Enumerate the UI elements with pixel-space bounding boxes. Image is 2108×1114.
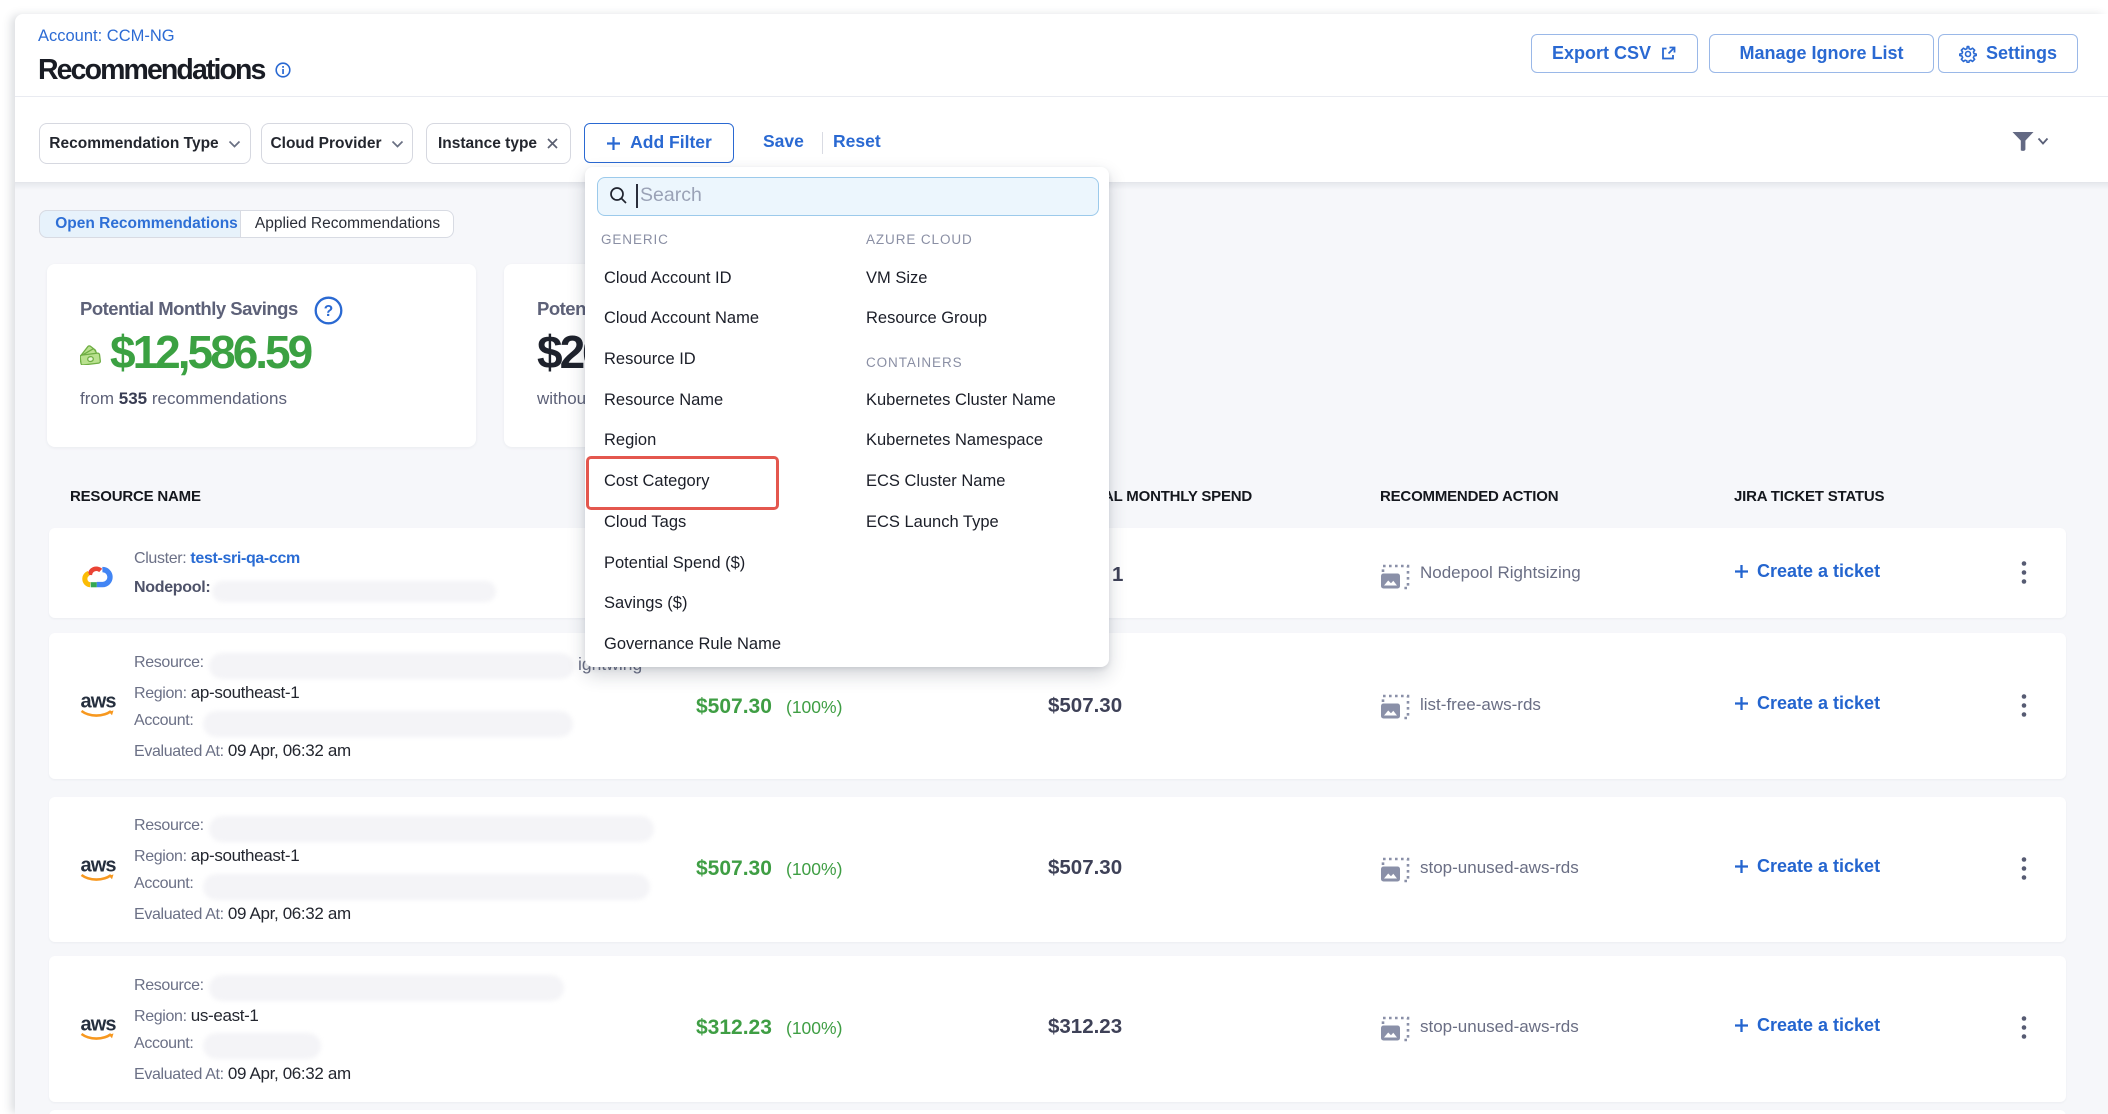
svg-text:aws: aws [81,692,117,713]
svg-text:aws: aws [81,856,117,877]
svg-text:aws: aws [81,1015,117,1036]
svg-text:?: ? [324,303,333,320]
